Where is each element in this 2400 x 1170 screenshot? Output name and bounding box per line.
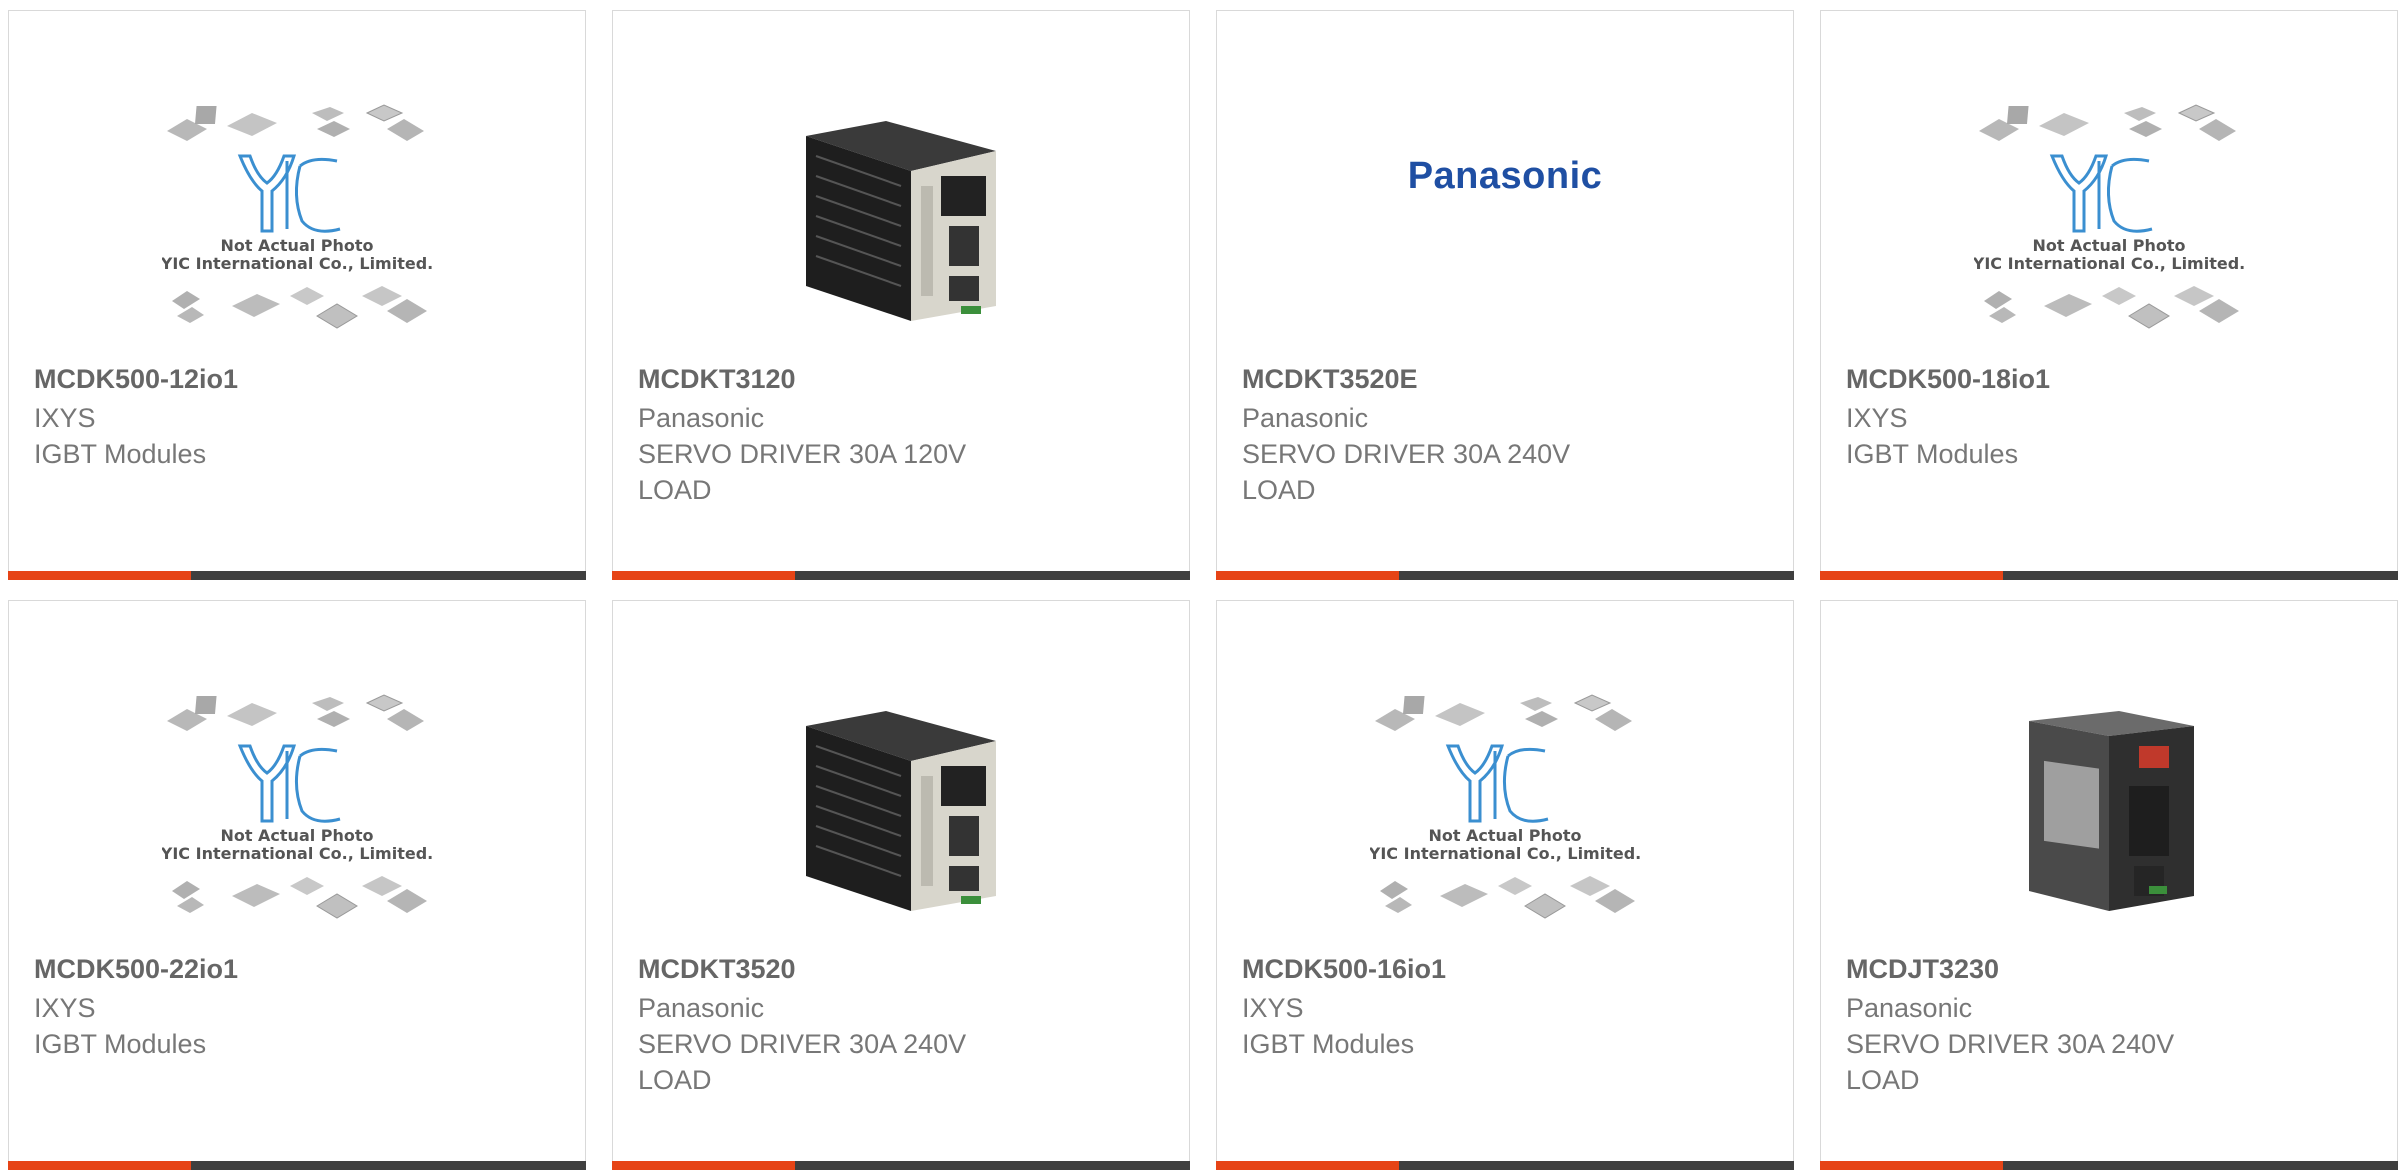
panasonic-logo: Panasonic	[1407, 154, 1603, 197]
yic-placeholder-icon: Not Actual Photo YIC International Co., …	[162, 694, 432, 919]
manufacturer: IXYS	[1242, 993, 1304, 1023]
product-image[interactable]	[613, 681, 1189, 941]
card-accent	[8, 571, 191, 580]
product-card[interactable]: MCDKT3520 Panasonic SERVO DRIVER 30A 240…	[612, 600, 1190, 1170]
part-number[interactable]: MCDKT3120	[638, 364, 796, 395]
product-card[interactable]: Not Actual Photo YIC International Co., …	[1820, 10, 2398, 580]
card-bottom-bar	[612, 1161, 1190, 1170]
card-accent	[612, 571, 795, 580]
manufacturer: Panasonic	[1846, 993, 1973, 1023]
product-card[interactable]: MCDKT3120 Panasonic SERVO DRIVER 30A 120…	[612, 10, 1190, 580]
part-number[interactable]: MCDJT3230	[1846, 954, 1999, 985]
part-number[interactable]: MCDK500-22io1	[34, 954, 238, 985]
description: IGBT Modules	[1846, 439, 2019, 469]
description: IGBT Modules	[1242, 1029, 1415, 1059]
part-number[interactable]: MCDK500-18io1	[1846, 364, 2050, 395]
part-number[interactable]: MCDKT3520	[638, 954, 796, 985]
placeholder-line2: YIC International Co., Limited.	[1974, 254, 2244, 273]
description: SERVO DRIVER 30A 120V LOAD	[638, 439, 967, 505]
servo-driver-gray-icon	[2029, 711, 2194, 911]
description: IGBT Modules	[34, 1029, 207, 1059]
description: IGBT Modules	[34, 439, 207, 469]
card-accent	[1820, 1161, 2003, 1170]
product-card[interactable]: Not Actual Photo YIC International Co., …	[8, 10, 586, 580]
card-bottom-bar	[8, 571, 586, 580]
product-image[interactable]: Not Actual Photo YIC International Co., …	[9, 681, 585, 941]
card-accent	[1216, 1161, 1399, 1170]
servo-driver-icon	[806, 121, 996, 321]
card-accent	[1216, 571, 1399, 580]
manufacturer: IXYS	[34, 403, 96, 433]
placeholder-line1: Not Actual Photo	[1428, 826, 1581, 845]
yic-placeholder-icon: Not Actual Photo YIC International Co., …	[162, 104, 432, 329]
placeholder-line1: Not Actual Photo	[220, 236, 373, 255]
card-accent	[1820, 571, 2003, 580]
product-image[interactable]: Not Actual Photo YIC International Co., …	[9, 91, 585, 351]
description: SERVO DRIVER 30A 240V LOAD	[1242, 439, 1571, 505]
product-card[interactable]: Not Actual Photo YIC International Co., …	[1216, 600, 1794, 1170]
part-number[interactable]: MCDKT3520E	[1242, 364, 1418, 395]
card-accent	[8, 1161, 191, 1170]
product-card[interactable]: Not Actual Photo YIC International Co., …	[8, 600, 586, 1170]
manufacturer: Panasonic	[638, 993, 765, 1023]
product-image[interactable]	[1821, 681, 2397, 941]
yic-placeholder-icon: Not Actual Photo YIC International Co., …	[1974, 104, 2244, 329]
product-image[interactable]: Not Actual Photo YIC International Co., …	[1821, 91, 2397, 351]
product-image[interactable]: Panasonic	[1217, 91, 1793, 351]
servo-driver-icon	[806, 711, 996, 911]
manufacturer: Panasonic	[1242, 403, 1369, 433]
card-bottom-bar	[612, 571, 1190, 580]
card-bottom-bar	[1216, 571, 1794, 580]
placeholder-line2: YIC International Co., Limited.	[162, 254, 432, 273]
product-image[interactable]: Not Actual Photo YIC International Co., …	[1217, 681, 1793, 941]
card-bottom-bar	[1820, 571, 2398, 580]
card-bottom-bar	[1820, 1161, 2398, 1170]
manufacturer: IXYS	[1846, 403, 1908, 433]
card-accent	[612, 1161, 795, 1170]
placeholder-line2: YIC International Co., Limited.	[162, 844, 432, 863]
part-number[interactable]: MCDK500-12io1	[34, 364, 238, 395]
card-bottom-bar	[1216, 1161, 1794, 1170]
description: SERVO DRIVER 30A 240V LOAD	[1846, 1029, 2175, 1095]
product-card[interactable]: Panasonic MCDKT3520E Panasonic SERVO DRI…	[1216, 10, 1794, 580]
manufacturer: Panasonic	[638, 403, 765, 433]
description: SERVO DRIVER 30A 240V LOAD	[638, 1029, 967, 1095]
product-card[interactable]: MCDJT3230 Panasonic SERVO DRIVER 30A 240…	[1820, 600, 2398, 1170]
part-number[interactable]: MCDK500-16io1	[1242, 954, 1446, 985]
yic-placeholder-icon: Not Actual Photo YIC International Co., …	[1370, 694, 1640, 919]
placeholder-line1: Not Actual Photo	[220, 826, 373, 845]
placeholder-line1: Not Actual Photo	[2032, 236, 2185, 255]
card-bottom-bar	[8, 1161, 586, 1170]
manufacturer: IXYS	[34, 993, 96, 1023]
product-image[interactable]	[613, 91, 1189, 351]
placeholder-line2: YIC International Co., Limited.	[1370, 844, 1640, 863]
